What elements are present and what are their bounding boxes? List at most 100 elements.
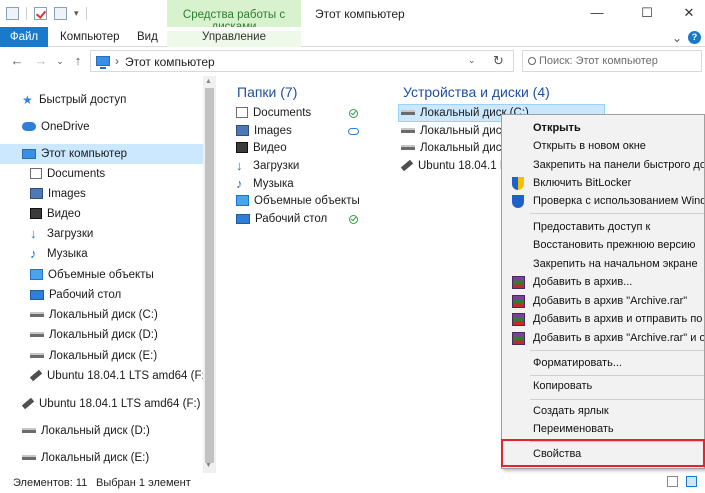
tab-file[interactable]: Файл [0, 27, 48, 47]
sidebar-item-ubuntu-f[interactable]: Ubuntu 18.04.1 LTS amd64 (F:) [21, 394, 201, 414]
sidebar-item-drive-e-root[interactable]: Локальный диск (E:) [22, 448, 149, 468]
refresh-icon[interactable]: ↻ [493, 53, 504, 69]
sidebar-item-drive-d[interactable]: Локальный диск (D:) [30, 325, 158, 345]
menu-item-copy[interactable]: Копировать [502, 377, 704, 395]
folder-item-documents[interactable]: Documents [236, 105, 311, 122]
usb-drive-icon [29, 370, 43, 382]
selection-count: Выбран 1 элемент [96, 477, 191, 489]
sidebar-item-label: OneDrive [41, 121, 90, 133]
video-icon [236, 142, 248, 154]
documents-icon [30, 168, 42, 180]
menu-item-format[interactable]: Форматировать... [502, 354, 704, 372]
sidebar-item-desktop[interactable]: Рабочий стол [30, 285, 121, 305]
documents-icon [236, 107, 248, 119]
drive-icon [30, 353, 44, 359]
tab-computer[interactable]: Компьютер [60, 27, 120, 47]
video-icon [30, 208, 42, 220]
sidebar-item-drive-e[interactable]: Локальный диск (E:) [30, 346, 157, 366]
menu-item-archive-email[interactable]: Добавить в архив и отправить по e-mail..… [502, 310, 704, 328]
sidebar-item-documents[interactable]: Documents [30, 164, 105, 184]
menu-item-defender-scan[interactable]: Проверка с использованием Windows Defend… [502, 192, 704, 210]
folders-group-header[interactable]: Папки (7) [237, 84, 297, 100]
drive-icon [22, 428, 36, 434]
search-input[interactable]: Поиск: Этот компьютер [522, 50, 702, 72]
menu-item-bitlocker[interactable]: Включить BitLocker [502, 174, 704, 192]
address-history-chevron-icon[interactable]: ⌄ [468, 55, 476, 66]
expand-ribbon-chevron-icon[interactable]: ⌄ [672, 31, 682, 45]
nav-scrollbar[interactable]: ▲ ▼ [203, 76, 216, 473]
drive-icon [401, 110, 415, 116]
folder-item-downloads[interactable]: ↓ Загрузки [236, 158, 299, 175]
address-row: ← → ⌄ ↑ › Этот компьютер ⌄ ↻ Поиск: Этот… [0, 47, 705, 76]
sidebar-item-drive-f[interactable]: Ubuntu 18.04.1 LTS amd64 (F:) [29, 366, 209, 386]
menu-item-rename[interactable]: Переименовать [502, 420, 704, 438]
close-icon[interactable]: ✕ [674, 4, 704, 22]
sidebar-item-images[interactable]: Images [30, 184, 86, 204]
properties-icon[interactable] [34, 7, 47, 20]
drive-icon [401, 145, 415, 151]
music-icon: ♪ [236, 175, 243, 191]
sidebar-item-video[interactable]: Видео [30, 204, 81, 224]
star-icon: ★ [22, 92, 33, 107]
sidebar-item-3d-objects[interactable]: Объемные объекты [30, 265, 154, 285]
menu-item-pin-quick-access[interactable]: Закрепить на панели быстрого доступа [502, 156, 704, 174]
help-icon[interactable]: ? [688, 31, 701, 44]
address-bar[interactable]: › Этот компьютер ⌄ ↻ [90, 50, 514, 72]
menu-item-add-archive-rar[interactable]: Добавить в архив "Archive.rar" [502, 292, 704, 310]
minimize-icon[interactable]: — [582, 4, 612, 22]
folder-item-desktop[interactable]: Рабочий стол [236, 211, 327, 228]
menu-item-give-access[interactable]: Предоставить доступ к [502, 218, 704, 236]
search-placeholder: Поиск: Этот компьютер [539, 55, 658, 67]
menu-item-restore-versions[interactable]: Восстановить прежнюю версию [502, 236, 704, 254]
sidebar-item-quick-access[interactable]: ★ Быстрый доступ [22, 90, 126, 110]
menu-item-add-archive[interactable]: Добавить в архив... [502, 273, 704, 291]
folder-item-3d-objects[interactable]: Объемные объекты [236, 193, 360, 210]
folder-label: Рабочий стол [255, 213, 328, 225]
breadcrumb-separator-icon[interactable]: › [115, 54, 119, 68]
sidebar-item-downloads[interactable]: ↓ Загрузки [30, 224, 93, 244]
menu-item-archive-rar-email[interactable]: Добавить в архив "Archive.rar" и отправи… [502, 329, 704, 347]
menu-item-open[interactable]: Открыть [502, 119, 704, 137]
sidebar-item-label: Локальный диск (D:) [41, 425, 150, 437]
images-icon [30, 188, 43, 200]
up-arrow-icon[interactable]: ↑ [70, 53, 86, 68]
menu-item-pin-start[interactable]: Закрепить на начальном экране [502, 255, 704, 273]
sidebar-item-music[interactable]: ♪ Музыка [30, 244, 88, 264]
customize-toolbar-chevron-icon[interactable]: ▾ [74, 8, 79, 19]
sidebar-item-this-pc[interactable]: Этот компьютер [0, 144, 203, 164]
menu-item-open-new-window[interactable]: Открыть в новом окне [502, 137, 704, 155]
scrollbar-thumb[interactable] [205, 88, 214, 463]
details-view-icon[interactable] [667, 476, 678, 487]
forward-arrow-icon[interactable]: → [33, 53, 49, 68]
tiles-view-icon[interactable] [686, 476, 697, 487]
sidebar-item-label: Музыка [47, 248, 88, 260]
maximize-icon[interactable]: ☐ [632, 4, 662, 22]
sidebar-item-drive-d-root[interactable]: Локальный диск (D:) [22, 421, 150, 441]
properties-highlight-box [501, 439, 705, 467]
devices-group-header[interactable]: Устройства и диски (4) [403, 84, 550, 100]
toolbar-divider [26, 7, 27, 20]
explorer-window: ▾ Средства работы с дисками Этот компьют… [0, 0, 705, 493]
tab-view[interactable]: Вид [137, 27, 158, 47]
back-arrow-icon[interactable]: ← [9, 53, 25, 68]
3d-objects-icon [30, 269, 43, 281]
folder-item-music[interactable]: ♪ Музыка [236, 176, 294, 193]
winrar-icon [512, 276, 525, 289]
defender-shield-icon [512, 195, 524, 208]
menu-item-create-shortcut[interactable]: Создать ярлык [502, 402, 704, 420]
tab-manage[interactable]: Управление [167, 27, 301, 47]
folder-item-video[interactable]: Видео [236, 140, 287, 157]
cloud-status-icon [348, 128, 359, 135]
sidebar-item-label: Локальный диск (D:) [49, 329, 158, 341]
scroll-up-icon[interactable]: ▲ [205, 78, 212, 85]
sidebar-item-drive-c[interactable]: Локальный диск (C:) [30, 305, 158, 325]
sidebar-item-onedrive[interactable]: OneDrive [22, 117, 90, 137]
breadcrumb[interactable]: Этот компьютер [125, 55, 215, 69]
drive-icon [401, 128, 415, 134]
new-folder-icon[interactable] [54, 7, 67, 20]
folder-item-images[interactable]: Images [236, 123, 292, 140]
window-icon[interactable] [6, 7, 19, 20]
scroll-down-icon[interactable]: ▼ [205, 462, 212, 469]
recent-locations-chevron-icon[interactable]: ⌄ [52, 56, 68, 67]
sidebar-item-label: Ubuntu 18.04.1 LTS amd64 (F:) [39, 398, 201, 410]
